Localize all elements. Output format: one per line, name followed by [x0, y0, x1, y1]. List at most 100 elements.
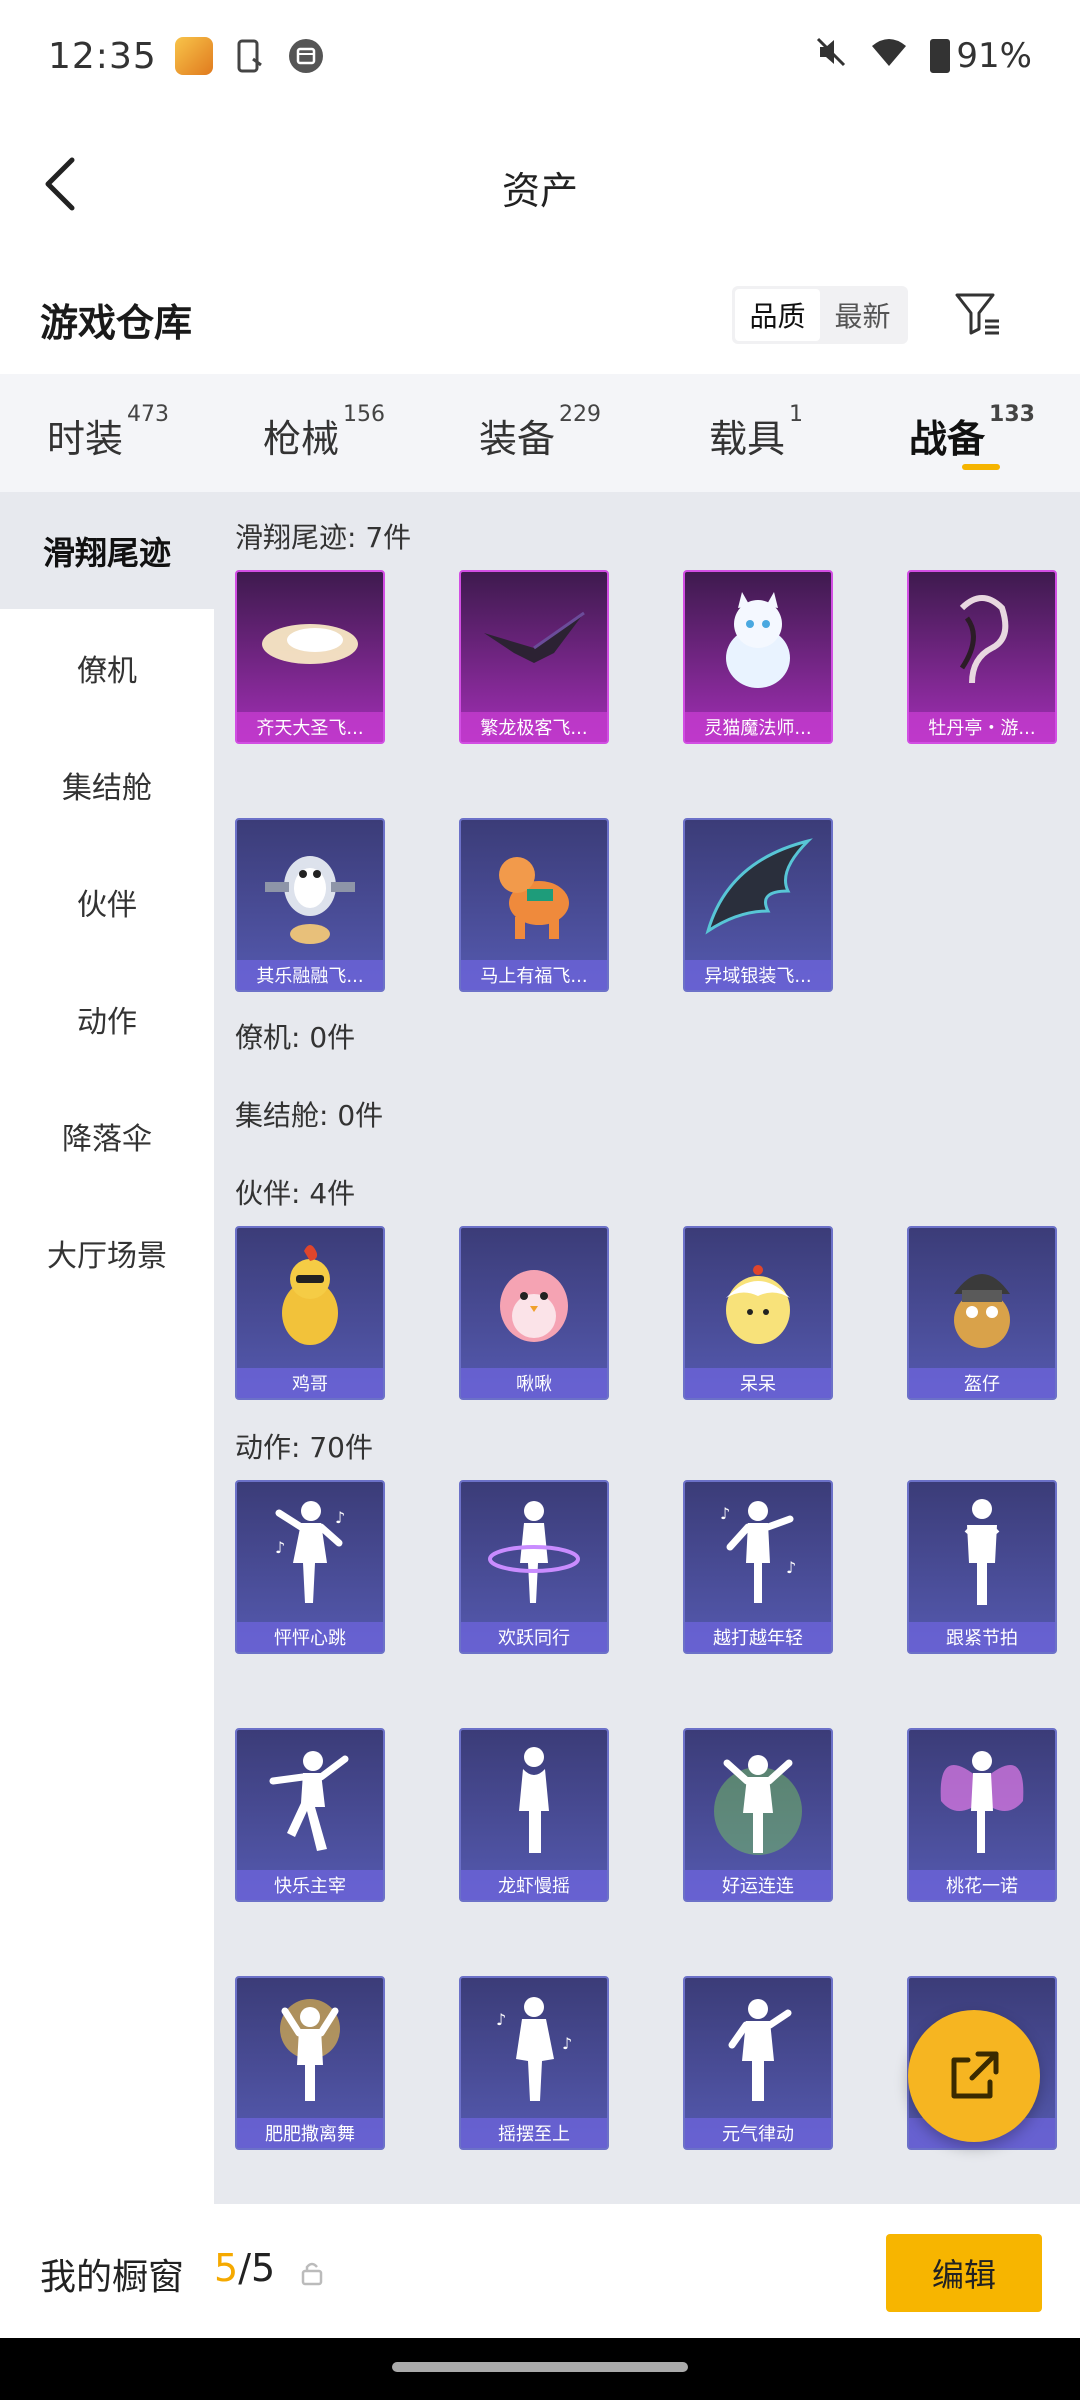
- filter-icon: [955, 293, 999, 335]
- category-tabs: 时装 473 枪械 156 装备 229 载具 1 战备 133: [0, 374, 1080, 492]
- item-name: 其乐融融飞...: [237, 960, 383, 990]
- category-label-partner: 伙伴: 4件: [235, 1177, 356, 1210]
- showcase-current: 5: [214, 2246, 239, 2290]
- item-card[interactable]: 盔仔: [907, 1226, 1057, 1400]
- item-name: 齐天大圣飞...: [237, 712, 383, 742]
- section-header: 游戏仓库 品质 最新: [0, 270, 1080, 366]
- item-name: 灵猫魔法师...: [685, 712, 831, 742]
- item-card[interactable]: 马上有福飞...: [459, 818, 609, 992]
- item-name: 欢跃同行: [461, 1622, 607, 1652]
- sidebar-item-wingman[interactable]: 僚机: [0, 609, 214, 726]
- category-label-emote: 动作: 70件: [235, 1431, 373, 1464]
- sidebar-item-partner[interactable]: 伙伴: [0, 843, 214, 960]
- tab-guns[interactable]: 枪械 156: [216, 374, 432, 492]
- item-card[interactable]: 肥肥撒离舞: [235, 1976, 385, 2150]
- item-name: 繁龙极客飞...: [461, 712, 607, 742]
- sidebar-item-emote[interactable]: 动作: [0, 960, 214, 1077]
- item-card[interactable]: ♪ ♪ 怦怦心跳: [235, 1480, 385, 1654]
- item-card[interactable]: 快乐主宰: [235, 1728, 385, 1902]
- item-card[interactable]: 好运连连: [683, 1728, 833, 1902]
- svg-text:♪: ♪: [786, 1558, 796, 1577]
- mute-icon: [814, 35, 848, 78]
- app-notification-icon: [174, 37, 213, 75]
- share-button[interactable]: [908, 2010, 1040, 2142]
- sidebar-item-trail[interactable]: 滑翔尾迹: [0, 492, 214, 609]
- lucky-dancer-art: [685, 1730, 831, 1872]
- svg-text:♪: ♪: [335, 1508, 345, 1527]
- item-card[interactable]: 其乐融融飞...: [235, 818, 385, 992]
- dancer-silhouette-art: [685, 1978, 831, 2120]
- edit-button[interactable]: 编辑: [886, 2234, 1042, 2312]
- item-card[interactable]: 龙虾慢摇: [459, 1728, 609, 1902]
- app-header: 资产: [0, 112, 1080, 256]
- golden-dancer-art: [237, 1978, 383, 2120]
- rooster-art: [237, 1228, 383, 1370]
- silver-wing-art: [685, 820, 831, 962]
- notification-icons: [174, 37, 325, 75]
- item-name: 异域银装飞...: [685, 960, 831, 990]
- item-card[interactable]: 灵猫魔法师...: [683, 570, 833, 744]
- wifi-icon: [870, 36, 908, 77]
- dancer-silhouette-art: ♪ ♪: [685, 1482, 831, 1624]
- peony-ribbon-art: [909, 572, 1055, 714]
- dragon-wing-art: [461, 572, 607, 714]
- sidebar-item-lobby-scene[interactable]: 大厅场景: [0, 1194, 214, 1311]
- item-name: 跟紧节拍: [909, 1622, 1055, 1652]
- status-time: 12:35: [48, 35, 157, 77]
- svg-text:♪: ♪: [562, 2034, 572, 2053]
- battery-level: 91%: [956, 36, 1032, 76]
- item-name: 马上有福飞...: [461, 960, 607, 990]
- sidebar-item-pod[interactable]: 集结舱: [0, 726, 214, 843]
- item-name: 好运连连: [685, 1870, 831, 1900]
- helmet-bird-art: [909, 1228, 1055, 1370]
- tab-vehicles[interactable]: 载具 1: [648, 374, 864, 492]
- tab-fashion[interactable]: 时装 473: [0, 374, 216, 492]
- toy-horse-art: [461, 820, 607, 962]
- item-name: 啾啾: [461, 1368, 607, 1398]
- category-label-pod: 集结舱: 0件: [235, 1099, 384, 1132]
- showcase-label: 我的橱窗: [40, 2257, 185, 2298]
- dancer-silhouette-art: [237, 1730, 383, 1872]
- tab-label: 枪械: [262, 417, 339, 461]
- item-card[interactable]: 欢跃同行: [459, 1480, 609, 1654]
- item-name: 摇摆至上: [461, 2118, 607, 2148]
- home-gesture-handle[interactable]: [392, 2362, 688, 2372]
- sort-option-quality[interactable]: 品质: [735, 289, 820, 341]
- penguin-plane-art: [237, 820, 383, 962]
- sort-option-newest[interactable]: 最新: [820, 289, 905, 341]
- dancer-silhouette-art: ♪ ♪: [237, 1482, 383, 1624]
- item-card[interactable]: 呆呆: [683, 1226, 833, 1400]
- svg-text:♪: ♪: [720, 1504, 730, 1523]
- item-name: 肥肥撒离舞: [237, 2118, 383, 2148]
- item-card[interactable]: ♪ ♪ 越打越年轻: [683, 1480, 833, 1654]
- butterfly-dancer-art: [909, 1730, 1055, 1872]
- item-card[interactable]: 桃花一诺: [907, 1728, 1057, 1902]
- item-card[interactable]: 齐天大圣飞...: [235, 570, 385, 744]
- item-card[interactable]: 牡丹亭・游...: [907, 570, 1057, 744]
- sort-toggle: 品质 最新: [732, 286, 908, 344]
- item-card[interactable]: ♪ ♪ 摇摆至上: [459, 1976, 609, 2150]
- tab-label: 战备: [909, 417, 986, 461]
- tab-equipment[interactable]: 装备 229: [432, 374, 648, 492]
- filter-button[interactable]: [950, 284, 1006, 344]
- item-name: 桃花一诺: [909, 1870, 1055, 1900]
- battery-icon: [930, 39, 951, 73]
- item-name: 鸡哥: [237, 1368, 383, 1398]
- item-card[interactable]: 繁龙极客飞...: [459, 570, 609, 744]
- dancer-silhouette-art: [909, 1482, 1055, 1624]
- dancer-ring-art: [461, 1482, 607, 1624]
- item-card[interactable]: 啾啾: [459, 1226, 609, 1400]
- item-card[interactable]: 元气律动: [683, 1976, 833, 2150]
- tab-combat-gear[interactable]: 战备 133: [864, 374, 1080, 492]
- system-nav-bar: [0, 2338, 1080, 2400]
- sidebar-item-parachute[interactable]: 降落伞: [0, 1077, 214, 1194]
- chick-egg-art: [685, 1228, 831, 1370]
- tab-count: 229: [559, 402, 601, 427]
- showcase-separator: /: [238, 2246, 251, 2290]
- item-card[interactable]: 异域银装飞...: [683, 818, 833, 992]
- item-card[interactable]: 鸡哥: [235, 1226, 385, 1400]
- category-label-wingman: 僚机: 0件: [235, 1021, 356, 1054]
- tab-count: 1: [789, 402, 803, 427]
- item-card[interactable]: 跟紧节拍: [907, 1480, 1057, 1654]
- svg-text:♪: ♪: [496, 2010, 506, 2029]
